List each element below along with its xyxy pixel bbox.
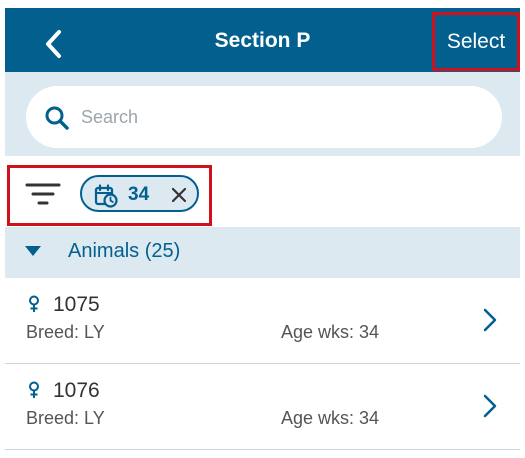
filter-bar: 34 [5,156,520,228]
search-field[interactable] [26,86,502,148]
section-title: Animals (25) [68,240,181,262]
app-screen: Section P Select 3 [0,0,525,458]
animal-age: Age wks: 34 [281,322,380,342]
animal-id: 1076 [53,379,100,402]
animal-breed: Breed: LY [26,322,105,342]
animals-section-header[interactable]: Animals (25) [5,227,520,278]
female-icon [29,381,39,398]
age-filter-chip[interactable]: 34 [80,175,199,212]
animal-age: Age wks: 34 [281,408,380,428]
calendar-clock-icon [94,184,118,208]
filter-icon[interactable] [25,181,61,207]
chevron-right-icon [483,308,497,332]
animal-breed: Breed: LY [26,408,105,428]
close-icon[interactable] [170,186,188,204]
list-item-animal[interactable]: 1076 Breed: LY Age wks: 34 [5,364,520,450]
search-bar-container [5,72,520,156]
chip-value: 34 [128,184,150,205]
animal-id: 1075 [53,293,100,316]
chevron-right-icon [483,394,497,418]
female-icon [29,295,39,312]
nav-header: Section P Select [5,8,520,72]
search-icon [45,106,69,130]
triangle-down-icon [25,246,41,256]
search-input[interactable] [79,101,483,133]
list-item-animal[interactable]: 1075 Breed: LY Age wks: 34 [5,278,520,364]
select-button[interactable]: Select [432,12,520,71]
